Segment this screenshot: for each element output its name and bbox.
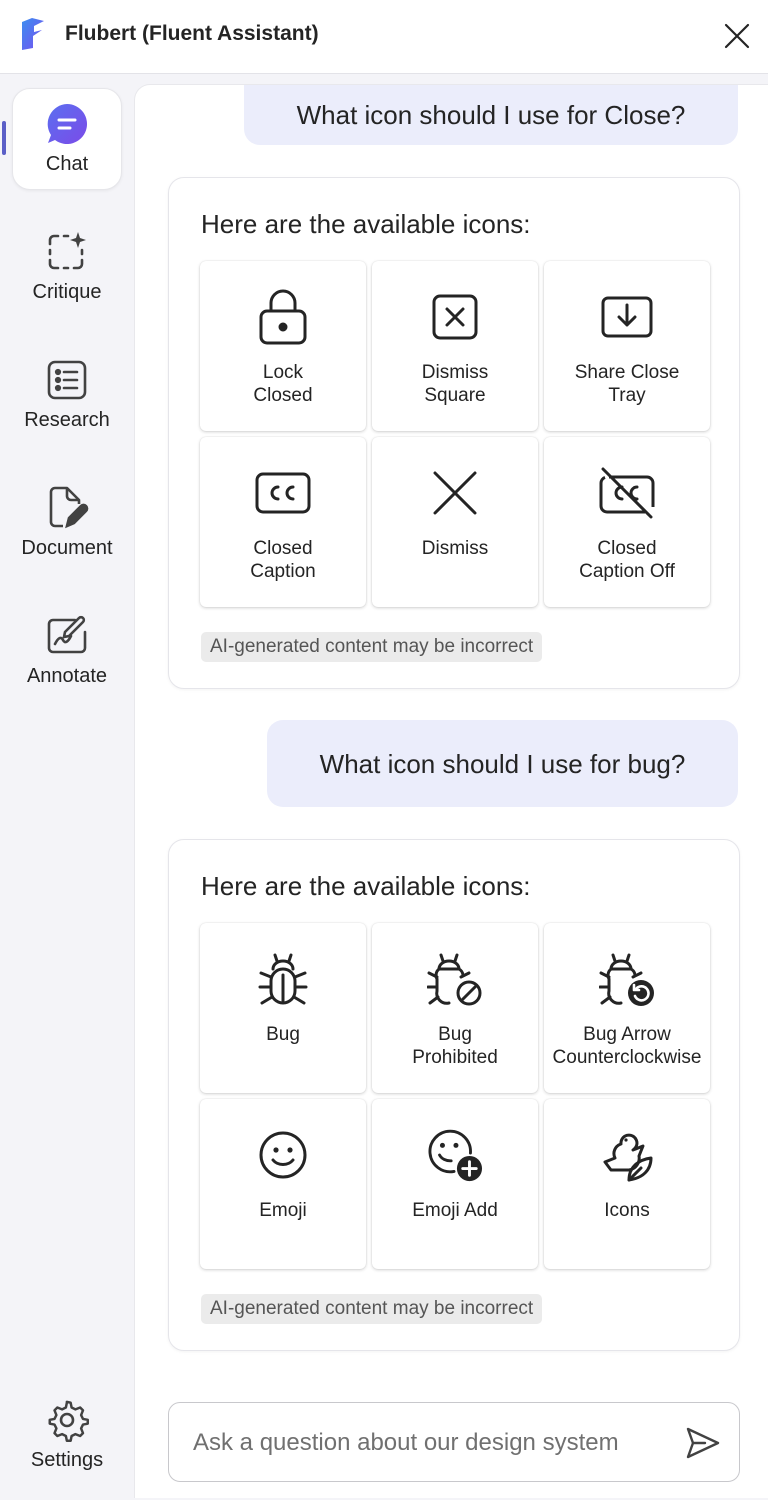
icon-tile-label: Emoji Add [412, 1200, 498, 1221]
icon-tile-emoji-add[interactable]: Emoji Add [372, 1099, 538, 1269]
sidebar-item-annotate[interactable]: Annotate [12, 600, 122, 702]
sidebar: Chat Critique Research Document Annotate… [0, 74, 134, 1500]
icon-tile-label: Lock Closed [253, 362, 313, 406]
icon-tile-label: Dismiss Square [421, 362, 489, 406]
chat-input-container [168, 1402, 740, 1482]
emoji-add-icon [427, 1127, 483, 1183]
icon-tile-label: Closed Caption Off [579, 538, 675, 582]
share-close-tray-icon [599, 289, 655, 345]
sidebar-item-settings[interactable]: Settings [12, 1380, 122, 1490]
icon-tile-icons[interactable]: Icons [544, 1099, 710, 1269]
icon-grid: Lock Closed Dismiss Square Share Close T… [200, 261, 710, 607]
dismiss-icon [427, 465, 483, 521]
icon-tile-share-close-tray[interactable]: Share Close Tray [544, 261, 710, 431]
icon-tile-closed-caption[interactable]: Closed Caption [200, 437, 366, 607]
app-title: Flubert (Fluent Assistant) [65, 22, 319, 45]
icon-grid: Bug Bug Prohibited Bug Arrow Countercloc… [200, 923, 710, 1269]
lock-closed-icon [255, 289, 311, 345]
sidebar-item-label: Document [21, 537, 113, 559]
icon-tile-label: Bug Arrow Counterclockwise [552, 1024, 702, 1068]
icon-tile-bug-arrow-counterclockwise[interactable]: Bug Arrow Counterclockwise [544, 923, 710, 1093]
icon-tile-label: Emoji [259, 1200, 307, 1221]
icon-tile-dismiss-square[interactable]: Dismiss Square [372, 261, 538, 431]
user-message-text: What icon should I use for bug? [319, 748, 686, 779]
close-icon [724, 23, 750, 49]
icon-tile-label: Bug [266, 1024, 300, 1045]
chat-input[interactable] [193, 1421, 663, 1465]
send-icon [686, 1427, 720, 1459]
emoji-icon [255, 1127, 311, 1183]
icon-tile-dismiss[interactable]: Dismiss [372, 437, 538, 607]
icon-tile-bug[interactable]: Bug [200, 923, 366, 1093]
sidebar-item-chat[interactable]: Chat [12, 88, 122, 190]
closed-caption-icon [255, 465, 311, 521]
sparkle-select-icon [45, 230, 89, 274]
closed-caption-off-icon [599, 465, 655, 521]
send-button[interactable] [681, 1421, 725, 1465]
icon-tile-label: Share Close Tray [574, 362, 680, 406]
sidebar-item-label: Annotate [26, 665, 108, 687]
assistant-message: Here are the available icons: Lock Close… [168, 177, 740, 689]
list-icon [45, 358, 89, 402]
close-button[interactable] [718, 17, 756, 55]
icon-tile-label: Closed Caption [250, 538, 316, 582]
settings-icon [45, 1398, 89, 1442]
icon-tile-bug-prohibited[interactable]: Bug Prohibited [372, 923, 538, 1093]
icon-tile-label: Bug Prohibited [412, 1024, 498, 1068]
document-edit-icon [45, 486, 89, 530]
sidebar-item-research[interactable]: Research [12, 344, 122, 446]
sidebar-item-label: Chat [45, 153, 89, 175]
icon-tile-label: Icons [604, 1200, 650, 1221]
sidebar-item-critique[interactable]: Critique [12, 216, 122, 318]
chat-icon [45, 102, 89, 146]
bug-icon [255, 951, 311, 1007]
sidebar-item-document[interactable]: Document [12, 472, 122, 574]
icon-tile-label: Dismiss [421, 538, 489, 559]
sidebar-item-label: Research [24, 409, 110, 431]
ai-disclaimer-badge: AI-generated content may be incorrect [201, 1294, 543, 1324]
title-bar: Flubert (Fluent Assistant) [0, 0, 768, 74]
assistant-message: Here are the available icons: Bug Bug Pr… [168, 839, 740, 1351]
ai-disclaimer-badge: AI-generated content may be incorrect [201, 632, 543, 662]
active-nav-indicator [2, 121, 6, 155]
icon-tile-closed-caption-off[interactable]: Closed Caption Off [544, 437, 710, 607]
icon-tile-emoji[interactable]: Emoji [200, 1099, 366, 1269]
settings-label: Settings [30, 1449, 104, 1471]
assistant-message-heading: Here are the available icons: [201, 871, 531, 901]
user-message: What icon should I use for bug? [267, 720, 738, 807]
user-message: What icon should I use for Close? [244, 85, 738, 145]
bug-prohibited-icon [427, 951, 483, 1007]
sidebar-item-label: Critique [32, 281, 102, 303]
annotate-icon [45, 614, 89, 658]
fluent-logo-icon [22, 18, 44, 50]
icons-icon [599, 1127, 655, 1183]
user-message-text: What icon should I use for Close? [296, 100, 686, 130]
assistant-message-heading: Here are the available icons: [201, 209, 531, 239]
bug-arrow-counterclockwise-icon [599, 951, 655, 1007]
icon-tile-lock-closed[interactable]: Lock Closed [200, 261, 366, 431]
dismiss-square-icon [427, 289, 483, 345]
chat-panel: What icon should I use for Close? Here a… [134, 84, 768, 1498]
